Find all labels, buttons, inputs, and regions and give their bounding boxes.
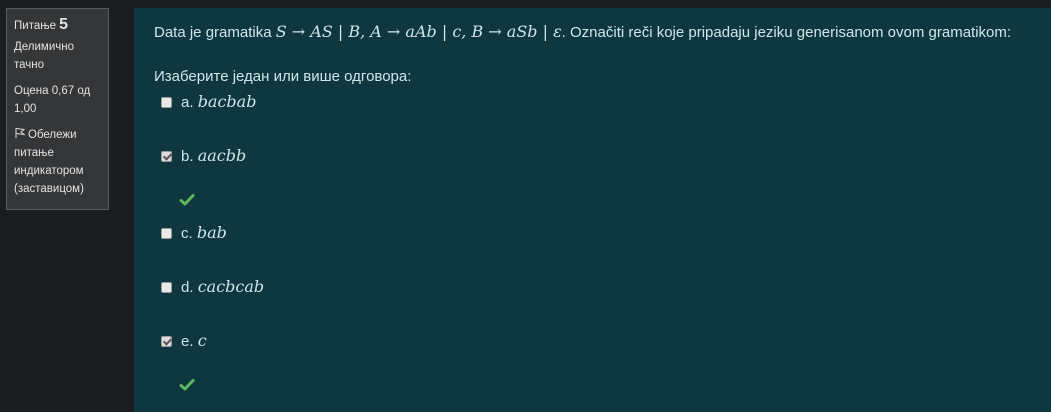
checkbox[interactable] bbox=[161, 228, 172, 239]
option-word: bacbab bbox=[197, 92, 257, 111]
option-word: bab bbox=[196, 223, 227, 242]
question-text-suffix: . Označiti reči koje pripadaju jeziku ge… bbox=[561, 24, 1012, 41]
answer-option-a[interactable]: a. bacbab bbox=[161, 92, 256, 112]
option-letter: e. bbox=[181, 333, 194, 350]
flag-question-link[interactable]: Обележи питање индикатором (заставицом) bbox=[14, 126, 101, 198]
question-text-prefix: Data je gramatika bbox=[154, 24, 276, 41]
checkbox[interactable] bbox=[161, 151, 172, 162]
correct-check-icon bbox=[179, 379, 195, 391]
flag-icon bbox=[15, 128, 26, 138]
checkbox[interactable] bbox=[161, 336, 172, 347]
answer-option-c[interactable]: c. bab bbox=[161, 223, 227, 243]
option-word: cacbcab bbox=[197, 277, 265, 296]
option-letter: c. bbox=[181, 225, 193, 242]
answer-option-e[interactable]: e. c bbox=[161, 331, 207, 351]
question-number: 5 bbox=[59, 16, 69, 33]
checkbox[interactable] bbox=[161, 97, 172, 108]
option-word: aacbb bbox=[197, 146, 247, 165]
answer-option-b[interactable]: b. aacbb bbox=[161, 146, 246, 166]
option-letter: b. bbox=[181, 148, 194, 165]
question-state: Делимично тачно bbox=[14, 41, 75, 71]
option-letter: d. bbox=[181, 279, 194, 296]
question-number-row: Питање 5 bbox=[14, 15, 101, 36]
answer-option-d[interactable]: d. cacbcab bbox=[161, 277, 264, 297]
answer-prompt: Изаберите један или више одговора: bbox=[154, 68, 412, 85]
checkbox[interactable] bbox=[161, 282, 172, 293]
correct-check-icon bbox=[179, 194, 195, 206]
grammar-formula: S → AS | B, A → aAb | c, B → aSb | ε bbox=[275, 22, 562, 41]
question-info-panel: Питање 5 Делимично тачно Оцена 0,67 од 1… bbox=[6, 8, 109, 210]
question-text: Data je gramatika S → AS | B, A → aAb | … bbox=[154, 22, 1011, 43]
question-grade: Оцена 0,67 од 1,00 bbox=[14, 85, 91, 115]
option-letter: a. bbox=[181, 94, 194, 111]
question-content: Data je gramatika S → AS | B, A → aAb | … bbox=[134, 8, 1051, 412]
question-label: Питање bbox=[14, 20, 56, 32]
option-word: c bbox=[197, 331, 207, 350]
